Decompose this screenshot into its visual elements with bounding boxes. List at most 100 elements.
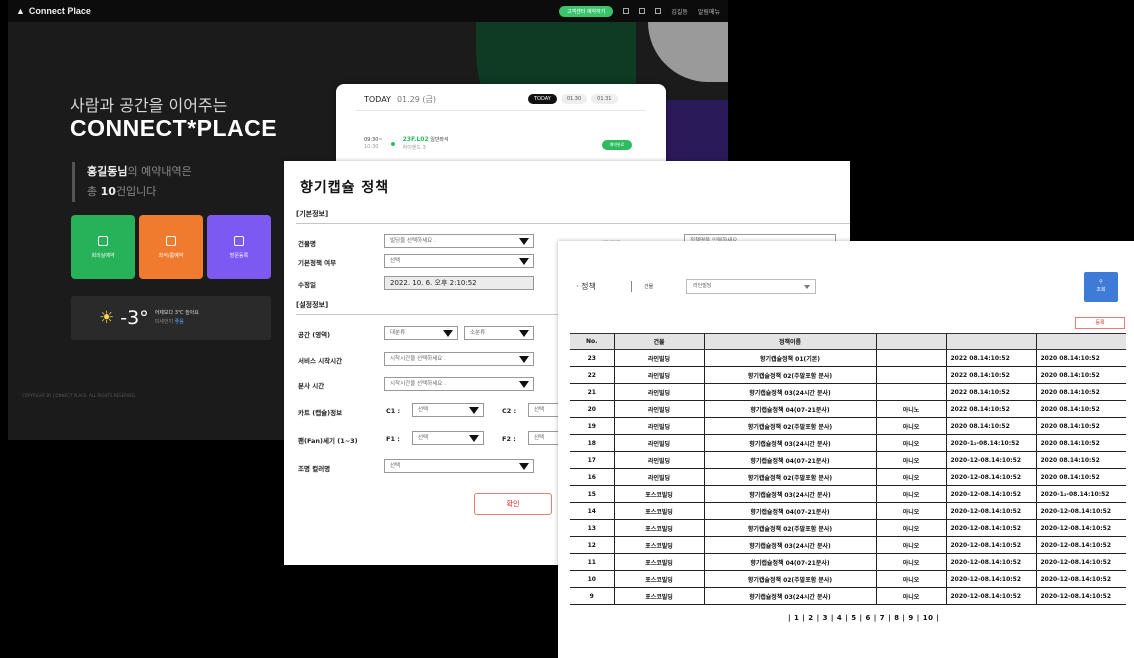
table-row[interactable]: 21 라인빌딩 향기캡슐정책 03(24시간 분사) 2022 08.14:10:52… (570, 383, 1126, 401)
table-row[interactable]: 22 라인빌딩 향기캡슐정책 02(주말포함 분사) 2022 08.14:10:52… (570, 366, 1126, 384)
cell-policy-name: 향기캡슐정책 04(07-21분사) (703, 553, 876, 571)
cell-policy-name: 향기캡슐정책 04(07-21분사) (703, 502, 876, 520)
c1-select[interactable]: 선택 (412, 403, 484, 417)
cell-no: 14 (570, 502, 614, 520)
space-major-value: 대분류 (390, 330, 406, 336)
cell-policy-name: 향기캡슐정책 02(주말포함 분사) (703, 570, 876, 588)
table-row[interactable]: 19 라인빌딩 향기캡슐정책 02(주말포함 분사) 아니오 2020 08.14:10… (570, 417, 1126, 435)
dropdown-arrow-icon (469, 435, 479, 442)
cell-no: 21 (570, 383, 614, 401)
table-row[interactable]: 11 포스코빌딩 향기캡슐정책 04(07-21분사) 아니오 2020-12-08.1… (570, 553, 1126, 571)
light-color-select[interactable]: 선택 (384, 459, 534, 473)
register-button[interactable]: 등록 (1075, 317, 1125, 329)
reserve-pill-button[interactable]: 고객센터 예약하기 (558, 5, 614, 17)
dropdown-arrow-icon (519, 381, 529, 388)
dropdown-arrow-icon (519, 238, 529, 245)
cell-default: 아니오 (875, 519, 946, 537)
cell-created: 2020-12-08.14:10:52 (945, 502, 1036, 520)
tab-today[interactable]: TODAY (528, 94, 557, 104)
table-row[interactable]: 15 포스코빌딩 향기캡슐정책 03(24시간 분사) 아니오 2020-12-08.1… (570, 485, 1126, 503)
cell-modified: 2020 08.14:10:52 (1035, 417, 1126, 435)
table-row[interactable]: 14 포스코빌딩 향기캡슐정책 04(07-21분사) 아니오 2020-12-08.1… (570, 502, 1126, 520)
col-header-modified[interactable] (1035, 333, 1126, 350)
menu-link[interactable]: 알림메뉴 (698, 7, 720, 16)
spray-time-select[interactable]: 시작시간을 선택하세요 . (384, 377, 534, 391)
policy-table-body: 23 라인빌딩 향기캡슐정책 01(기본) 2022 08.14:10:52 2020 … (570, 349, 1126, 605)
status-badge[interactable]: 예약완료 (602, 140, 632, 150)
search-button[interactable]: ⚲ 조회 (1084, 272, 1118, 302)
cell-default: 아니오 (875, 485, 946, 503)
cell-created: 2020-12-08.14:10:52 (945, 468, 1036, 486)
dropdown-arrow-icon (443, 330, 453, 337)
tab-date-2[interactable]: 01.30 (560, 94, 588, 104)
grid-icon[interactable] (639, 8, 646, 14)
cell-policy-name: 향기캡슐정책 03(24시간 분사) (703, 587, 876, 605)
f1-label: F1 : (386, 435, 400, 443)
table-row[interactable]: 23 라인빌딩 향기캡슐정책 01(기본) 2022 08.14:10:52 2020 … (570, 349, 1126, 367)
cell-policy-name: 향기캡슐정책 03(24시간 분사) (703, 485, 876, 503)
default-policy-select[interactable]: 선택 (384, 254, 534, 268)
cell-created: 2022 08.14:10:52 (945, 366, 1036, 384)
spray-time-placeholder: 시작시간을 선택하세요 . (390, 381, 446, 387)
section-divider (296, 223, 850, 224)
top-navigation-bar: ▲ Connect Place 고객센터 예약하기 김길동 알림메뉴 (8, 0, 728, 22)
f1-select[interactable]: 선택 (412, 431, 484, 445)
cell-no: 10 (570, 570, 614, 588)
table-row[interactable]: 18 라인빌딩 향기캡슐정책 03(24시간 분사) 아니오 2020-1₂-08.14… (570, 434, 1126, 452)
tab-date-3[interactable]: 01.31 (591, 94, 618, 104)
reservation-row[interactable]: 09:30~ 10:30 23F.L02 일반좌석 하이엔드 3 (364, 136, 449, 152)
default-policy-label: 기본정책 여부 (298, 259, 337, 267)
col-header-default[interactable] (875, 333, 946, 350)
cell-default: 아니오 (875, 434, 946, 452)
user-greeting-name: 홍길동님 (87, 165, 128, 178)
space-major-select[interactable]: 대분류 (384, 326, 458, 340)
background-gray-shape (648, 22, 728, 82)
col-header-no[interactable]: No. (570, 333, 614, 350)
settings-icon[interactable] (655, 8, 662, 14)
cell-default: 아니오 (875, 502, 946, 520)
expand-icon[interactable] (623, 8, 630, 14)
service-start-select[interactable]: 시작시간을 선택하세요 . (384, 352, 534, 366)
brand-logo[interactable]: ▲ Connect Place (16, 6, 91, 16)
hero-title: CONNECT*PLACE (70, 115, 278, 141)
table-row[interactable]: 12 포스코빌딩 향기캡슐정책 03(24시간 분사) 아니오 2020-12-08.1… (570, 536, 1126, 554)
cell-building: 라인빌딩 (613, 434, 704, 452)
policy-list-window: · 정책 건물 라인빌딩 ⚲ 조회 등록 No. 건물 정책이름 23 라인빌딩… (558, 241, 1134, 658)
cell-default: 아니오 (875, 536, 946, 554)
table-row[interactable]: 20 라인빌딩 향기캡슐정책 04(07-21분사) 아니노 2022 08.14:10… (570, 400, 1126, 418)
weather-description: 어제보다 3℃ 높아요 미세먼지 좋음 (155, 309, 199, 327)
cell-building: 라인빌딩 (613, 400, 704, 418)
cell-modified: 2020-12-08.14:10:52 (1035, 502, 1126, 520)
room-sub: 하이엔드 3 (402, 145, 426, 151)
table-row[interactable]: 13 포스코빌딩 향기캡슐정책 02(주말포함 분사) 아니오 2020-12-08.1… (570, 519, 1126, 537)
meeting-room-tile[interactable]: 회의실예약 (71, 215, 135, 279)
pagination[interactable]: | 1 | 2 | 3 | 4 | 5 | 6 | 7 | 8 | 9 | 10… (788, 614, 939, 622)
service-start-placeholder: 시작시간을 선택하세요 . (390, 356, 446, 362)
cell-policy-name: 향기캡슐정책 02(주말포함 분사) (703, 519, 876, 537)
cell-no: 20 (570, 400, 614, 418)
user-name[interactable]: 김길동 (671, 7, 688, 16)
table-row[interactable]: 17 라인빌딩 향기캡슐정책 04(07-21분사) 아니오 2020-12-08.14… (570, 451, 1126, 469)
dropdown-arrow-icon (519, 330, 529, 337)
cell-default: 아니오 (875, 570, 946, 588)
fan-label: 팬(Fan)세기 (1~3) (298, 437, 358, 445)
col-header-created[interactable] (945, 333, 1036, 350)
cell-policy-name: 향기캡슐정책 04(07-21분사) (703, 451, 876, 469)
building-select[interactable]: 빌딩을 선택하세요 . (384, 234, 534, 248)
col-header-building[interactable]: 건물 (613, 333, 704, 350)
cell-modified: 2020 08.14:10:52 (1035, 468, 1126, 486)
table-row[interactable]: 9 포스코빌딩 향기캡슐정책 03(24시간 분사) 아니오 2020-12-08.14… (570, 587, 1126, 605)
seat-room-tile[interactable]: 좌석/룸예약 (139, 215, 203, 279)
cell-no: 18 (570, 434, 614, 452)
visitor-tile[interactable]: 방문등록 (207, 215, 271, 279)
weather-temperature: -3° (120, 307, 149, 329)
space-minor-select[interactable]: 소분류 (464, 326, 534, 340)
date-tabs: TODAY 01.30 01.31 (528, 94, 618, 104)
table-row[interactable]: 10 포스코빌딩 향기캡슐정책 02(주말포함 분사) 아니오 2020-12-08.1… (570, 570, 1126, 588)
table-row[interactable]: 16 라인빌딩 향기캡슐정책 02(주말포함 분사) 아니오 2020-12-08.14… (570, 468, 1126, 486)
confirm-button[interactable]: 확인 (474, 493, 552, 515)
cell-default: 아니오 (875, 468, 946, 486)
building-filter-select[interactable]: 라인빌딩 (686, 279, 816, 294)
col-header-policy-name[interactable]: 정책이름 (703, 333, 876, 350)
dropdown-arrow-icon (469, 407, 479, 414)
